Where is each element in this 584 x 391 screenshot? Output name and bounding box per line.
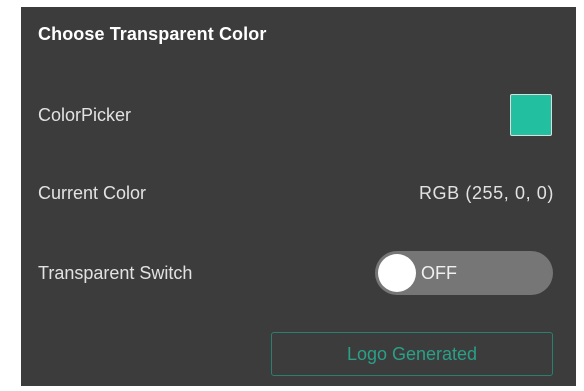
- current-color-value: RGB (255, 0, 0): [418, 183, 554, 203]
- toggle-knob[interactable]: [378, 254, 416, 292]
- transparent-color-panel: Choose Transparent Color ColorPicker Cur…: [21, 7, 576, 386]
- current-color-label: Current Color: [38, 183, 147, 203]
- color-picker-swatch[interactable]: [510, 94, 552, 136]
- transparent-toggle-switch[interactable]: OFF: [375, 251, 553, 295]
- transparent-switch-label: Transparent Switch: [38, 263, 193, 283]
- logo-generated-button[interactable]: Logo Generated: [271, 332, 553, 376]
- panel-title: Choose Transparent Color: [38, 24, 267, 44]
- toggle-state-text: OFF: [421, 263, 457, 283]
- color-picker-label: ColorPicker: [38, 105, 132, 125]
